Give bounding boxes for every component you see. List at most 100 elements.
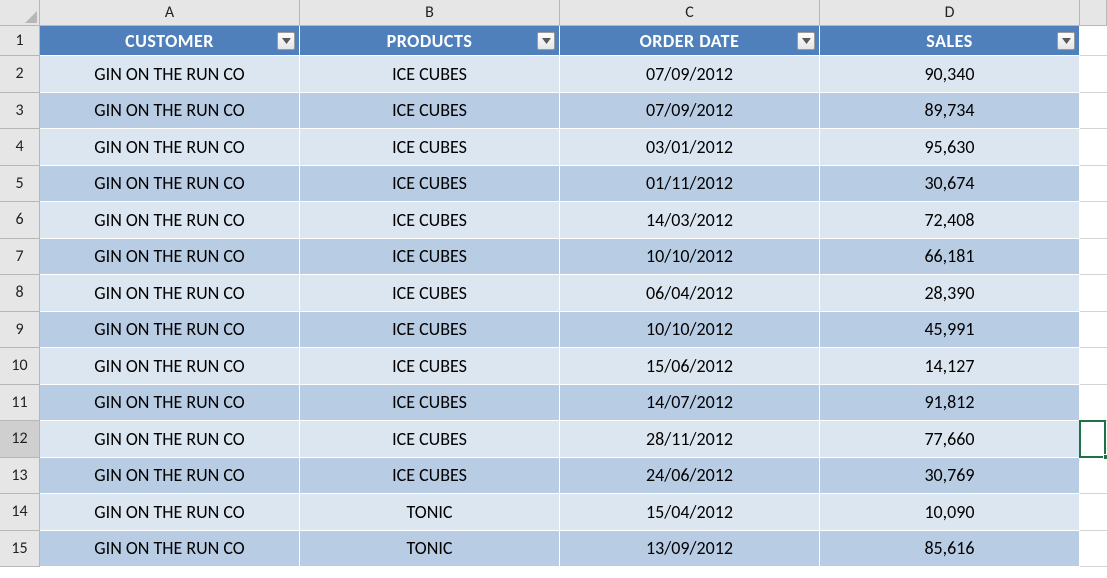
- empty-cell[interactable]: [1080, 421, 1107, 458]
- cell-products[interactable]: ICE CUBES: [300, 166, 560, 203]
- row-header-2[interactable]: 2: [0, 56, 40, 93]
- empty-cell[interactable]: [1080, 56, 1107, 93]
- column-header-b[interactable]: B: [300, 0, 560, 26]
- row-header-11[interactable]: 11: [0, 385, 40, 422]
- column-header-a[interactable]: A: [40, 0, 300, 26]
- table-header-sales[interactable]: SALES: [820, 26, 1080, 56]
- empty-cell[interactable]: [1080, 458, 1107, 495]
- row-header-12[interactable]: 12: [0, 421, 40, 458]
- cell-sales[interactable]: 91,812: [820, 385, 1080, 422]
- cell-order_date[interactable]: 06/04/2012: [560, 275, 820, 312]
- table-header-order-date[interactable]: ORDER DATE: [560, 26, 820, 56]
- table-header-products[interactable]: PRODUCTS: [300, 26, 560, 56]
- cell-products[interactable]: ICE CUBES: [300, 93, 560, 130]
- empty-cell[interactable]: [1080, 166, 1107, 203]
- empty-cell[interactable]: [1080, 93, 1107, 130]
- empty-cell[interactable]: [1080, 531, 1107, 568]
- cell-customer[interactable]: GIN ON THE RUN CO: [40, 56, 300, 93]
- select-all-corner[interactable]: [0, 0, 40, 26]
- cell-products[interactable]: ICE CUBES: [300, 56, 560, 93]
- cell-sales[interactable]: 28,390: [820, 275, 1080, 312]
- cell-sales[interactable]: 66,181: [820, 239, 1080, 276]
- cell-sales[interactable]: 89,734: [820, 93, 1080, 130]
- empty-cell[interactable]: [1080, 239, 1107, 276]
- cell-products[interactable]: ICE CUBES: [300, 458, 560, 495]
- filter-button-products[interactable]: [537, 32, 555, 50]
- cell-customer[interactable]: GIN ON THE RUN CO: [40, 531, 300, 568]
- cell-sales[interactable]: 30,674: [820, 166, 1080, 203]
- cell-products[interactable]: ICE CUBES: [300, 348, 560, 385]
- cell-sales[interactable]: 14,127: [820, 348, 1080, 385]
- cell-customer[interactable]: GIN ON THE RUN CO: [40, 166, 300, 203]
- cell-sales[interactable]: 30,769: [820, 458, 1080, 495]
- column-header-c[interactable]: C: [560, 0, 820, 26]
- cell-order_date[interactable]: 13/09/2012: [560, 531, 820, 568]
- empty-cell[interactable]: [1080, 202, 1107, 239]
- cell-products[interactable]: TONIC: [300, 494, 560, 531]
- empty-cell[interactable]: [1080, 275, 1107, 312]
- cell-customer[interactable]: GIN ON THE RUN CO: [40, 421, 300, 458]
- empty-cell[interactable]: [1080, 385, 1107, 422]
- cell-order_date[interactable]: 07/09/2012: [560, 56, 820, 93]
- row-header-13[interactable]: 13: [0, 458, 40, 495]
- row-header-8[interactable]: 8: [0, 275, 40, 312]
- empty-cell[interactable]: [1080, 348, 1107, 385]
- filter-button-order-date[interactable]: [797, 32, 815, 50]
- spreadsheet-grid[interactable]: A B C D 1 CUSTOMER PRODUCTS ORDER DATE S…: [0, 0, 1107, 567]
- empty-cell[interactable]: [1080, 129, 1107, 166]
- cell-customer[interactable]: GIN ON THE RUN CO: [40, 494, 300, 531]
- row-header-7[interactable]: 7: [0, 239, 40, 276]
- cell-products[interactable]: TONIC: [300, 531, 560, 568]
- row-header-15[interactable]: 15: [0, 531, 40, 568]
- cell-customer[interactable]: GIN ON THE RUN CO: [40, 129, 300, 166]
- cell-order_date[interactable]: 14/07/2012: [560, 385, 820, 422]
- cell-products[interactable]: ICE CUBES: [300, 275, 560, 312]
- cell-order_date[interactable]: 10/10/2012: [560, 239, 820, 276]
- cell-customer[interactable]: GIN ON THE RUN CO: [40, 202, 300, 239]
- cell-customer[interactable]: GIN ON THE RUN CO: [40, 458, 300, 495]
- cell-sales[interactable]: 77,660: [820, 421, 1080, 458]
- column-header-extra[interactable]: [1080, 0, 1107, 26]
- row-header-4[interactable]: 4: [0, 129, 40, 166]
- row-header-14[interactable]: 14: [0, 494, 40, 531]
- row-header-1[interactable]: 1: [0, 26, 40, 56]
- fill-handle[interactable]: [1103, 454, 1107, 460]
- row-header-10[interactable]: 10: [0, 348, 40, 385]
- cell-order_date[interactable]: 24/06/2012: [560, 458, 820, 495]
- cell-sales[interactable]: 45,991: [820, 312, 1080, 349]
- cell-customer[interactable]: GIN ON THE RUN CO: [40, 93, 300, 130]
- cell-order_date[interactable]: 14/03/2012: [560, 202, 820, 239]
- cell-order_date[interactable]: 15/06/2012: [560, 348, 820, 385]
- cell-products[interactable]: ICE CUBES: [300, 129, 560, 166]
- cell-sales[interactable]: 90,340: [820, 56, 1080, 93]
- table-header-customer[interactable]: CUSTOMER: [40, 26, 300, 56]
- row-header-6[interactable]: 6: [0, 202, 40, 239]
- cell-products[interactable]: ICE CUBES: [300, 385, 560, 422]
- row-header-5[interactable]: 5: [0, 166, 40, 203]
- cell-order_date[interactable]: 03/01/2012: [560, 129, 820, 166]
- cell-order_date[interactable]: 07/09/2012: [560, 93, 820, 130]
- empty-cell[interactable]: [1080, 26, 1107, 56]
- column-header-d[interactable]: D: [820, 0, 1080, 26]
- cell-sales[interactable]: 85,616: [820, 531, 1080, 568]
- empty-cell[interactable]: [1080, 494, 1107, 531]
- empty-cell[interactable]: [1080, 312, 1107, 349]
- cell-order_date[interactable]: 10/10/2012: [560, 312, 820, 349]
- cell-order_date[interactable]: 28/11/2012: [560, 421, 820, 458]
- cell-products[interactable]: ICE CUBES: [300, 202, 560, 239]
- cell-customer[interactable]: GIN ON THE RUN CO: [40, 385, 300, 422]
- cell-customer[interactable]: GIN ON THE RUN CO: [40, 312, 300, 349]
- cell-customer[interactable]: GIN ON THE RUN CO: [40, 239, 300, 276]
- row-header-3[interactable]: 3: [0, 93, 40, 130]
- cell-sales[interactable]: 72,408: [820, 202, 1080, 239]
- cell-sales[interactable]: 95,630: [820, 129, 1080, 166]
- filter-button-sales[interactable]: [1057, 32, 1075, 50]
- cell-customer[interactable]: GIN ON THE RUN CO: [40, 348, 300, 385]
- cell-order_date[interactable]: 15/04/2012: [560, 494, 820, 531]
- cell-customer[interactable]: GIN ON THE RUN CO: [40, 275, 300, 312]
- cell-order_date[interactable]: 01/11/2012: [560, 166, 820, 203]
- cell-products[interactable]: ICE CUBES: [300, 421, 560, 458]
- cell-products[interactable]: ICE CUBES: [300, 239, 560, 276]
- filter-button-customer[interactable]: [277, 32, 295, 50]
- cell-sales[interactable]: 10,090: [820, 494, 1080, 531]
